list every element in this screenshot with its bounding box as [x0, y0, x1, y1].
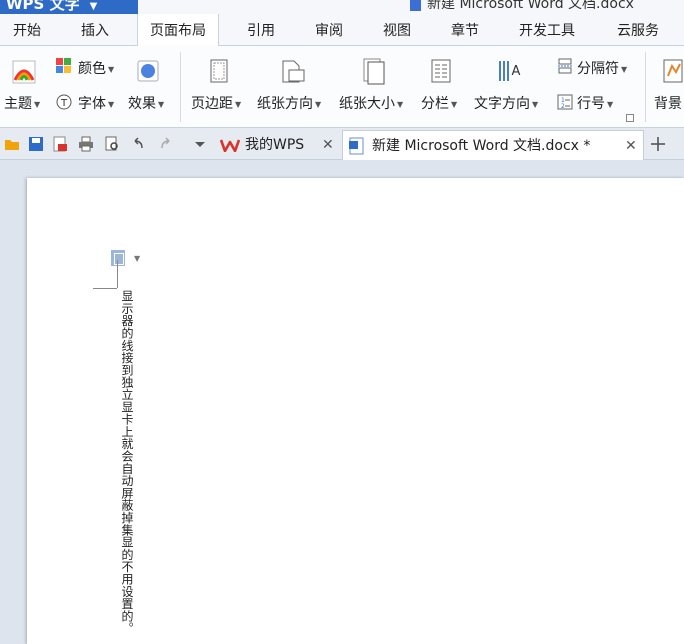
window-title: 新建 Microsoft Word 文档.docx: [410, 0, 634, 13]
title-bar: WPS 文字 ▼ 新建 Microsoft Word 文档.docx: [0, 0, 684, 14]
effect-label: 效果: [128, 96, 156, 112]
chevron-down-icon: ▼: [621, 64, 628, 74]
app-menu-label: WPS 文字: [6, 0, 80, 13]
ribbon-divider: [180, 52, 181, 122]
orientation-label: 纸张方向: [257, 96, 313, 112]
new-tab-plus-icon[interactable]: [650, 136, 666, 152]
save-icon[interactable]: [28, 136, 44, 152]
app-menu-button[interactable]: WPS 文字 ▼: [0, 0, 138, 14]
tab-page-layout[interactable]: 页面布局: [137, 14, 219, 47]
separator-button[interactable]: 分隔符 ▼: [577, 58, 627, 78]
menu-bar: 开始 插入 页面布局 引用 审阅 视图 章节 开发工具 云服务: [0, 14, 684, 47]
orientation-button[interactable]: 纸张方向 ▼: [257, 93, 321, 113]
font-button[interactable]: 字体 ▼: [78, 93, 114, 113]
theme-button[interactable]: 主题 ▼: [4, 93, 40, 113]
wps-logo-icon: [220, 139, 240, 152]
font-label: 字体: [78, 96, 106, 112]
tab-section[interactable]: 章节: [451, 14, 479, 46]
chevron-down-icon: ▼: [532, 99, 539, 109]
window-title-text: 新建 Microsoft Word 文档.docx: [427, 0, 634, 12]
line-number-icon: 1 2: [557, 94, 573, 110]
separator-label: 分隔符: [577, 61, 619, 77]
chevron-down-icon: ▼: [158, 99, 165, 109]
chevron-down-icon: ▼: [397, 99, 404, 109]
color-button[interactable]: 颜色 ▼: [78, 58, 114, 78]
document-canvas[interactable]: ▼ 显示器的线接到独立显卡上就会自动屏蔽掉集显的不用设置的。: [0, 161, 684, 644]
crop-mark: [117, 260, 118, 288]
line-number-label: 行号: [577, 96, 605, 112]
tab-review[interactable]: 审阅: [315, 14, 343, 46]
theme-label: 主题: [4, 96, 32, 112]
print-preview-icon[interactable]: [104, 136, 120, 152]
color-label: 颜色: [78, 61, 106, 77]
chevron-down-icon: ▼: [607, 99, 614, 109]
export-pdf-icon[interactable]: [52, 136, 68, 152]
columns-label: 分栏: [421, 96, 449, 112]
margins-button[interactable]: 页边距 ▼: [191, 93, 241, 113]
margins-icon: [210, 59, 228, 83]
paper-size-label: 纸张大小: [339, 96, 395, 112]
tab-my-wps-label: 我的WPS: [245, 137, 305, 153]
tab-references[interactable]: 引用: [247, 14, 275, 46]
paper-size-button[interactable]: 纸张大小 ▼: [339, 93, 403, 113]
chevron-down-icon: ▼: [315, 99, 322, 109]
tab-view[interactable]: 视图: [383, 14, 411, 46]
chevron-down-icon: ▼: [89, 1, 98, 12]
effect-icon[interactable]: [137, 60, 159, 82]
svg-text:A: A: [512, 64, 521, 79]
svg-text:2: 2: [561, 103, 565, 110]
tab-my-wps[interactable]: 我的WPS ✕: [216, 130, 342, 160]
document-icon: [410, 0, 421, 11]
theme-icon[interactable]: [12, 60, 36, 84]
columns-icon: [431, 59, 451, 83]
ribbon-divider: [645, 52, 646, 122]
text-direction-label: 文字方向: [474, 96, 530, 112]
margins-label: 页边距: [191, 96, 233, 112]
separator-icon: [558, 58, 572, 74]
svg-text:T: T: [60, 98, 68, 109]
dialog-launcher-icon[interactable]: [626, 114, 634, 122]
tab-insert[interactable]: 插入: [81, 14, 109, 46]
tab-current-document-label: 新建 Microsoft Word 文档.docx *: [372, 138, 591, 154]
tab-cloud[interactable]: 云服务: [617, 14, 659, 46]
chevron-down-icon[interactable]: ▼: [134, 254, 140, 263]
chevron-down-icon: ▼: [108, 99, 115, 109]
print-icon[interactable]: [78, 136, 94, 152]
color-icon: [56, 58, 71, 73]
background-label: 背景: [654, 96, 682, 112]
document-page[interactable]: ▼ 显示器的线接到独立显卡上就会自动屏蔽掉集显的不用设置的。: [27, 178, 684, 644]
ribbon: 主题 ▼ 颜色 ▼ T 字体 ▼ 效果 ▼ 页边距 ▼ 纸张方向 ▼ 纸张大小 ▼: [0, 46, 684, 128]
crop-mark: [93, 288, 117, 289]
font-icon: T: [56, 94, 72, 110]
quick-access-dropdown-icon[interactable]: [192, 136, 208, 152]
chevron-down-icon: ▼: [235, 99, 242, 109]
document-icon: [349, 137, 364, 155]
effect-button[interactable]: 效果 ▼: [128, 93, 164, 113]
paragraph-anchor-icon[interactable]: [111, 250, 125, 266]
chevron-down-icon: ▼: [34, 99, 41, 109]
open-folder-icon[interactable]: [4, 136, 20, 152]
page-background-icon: [663, 59, 683, 83]
columns-button[interactable]: 分栏 ▼: [421, 93, 457, 113]
undo-icon[interactable]: [130, 136, 146, 152]
chevron-down-icon: ▼: [108, 64, 115, 74]
redo-icon[interactable]: [158, 136, 174, 152]
text-direction-button[interactable]: 文字方向 ▼: [474, 93, 538, 113]
text-direction-icon: A: [499, 61, 521, 81]
close-icon[interactable]: ✕: [625, 131, 637, 161]
tab-home[interactable]: 开始: [13, 14, 41, 46]
chevron-down-icon: ▼: [451, 99, 458, 109]
paper-size-icon: [363, 58, 385, 85]
close-icon[interactable]: ✕: [322, 130, 334, 160]
document-tab-bar: 我的WPS ✕ 新建 Microsoft Word 文档.docx * ✕: [0, 128, 684, 160]
vertical-body-text[interactable]: 显示器的线接到独立显卡上就会自动屏蔽掉集显的不用设置的。: [119, 290, 134, 634]
background-button[interactable]: 背景: [654, 93, 682, 113]
tab-current-document[interactable]: 新建 Microsoft Word 文档.docx * ✕: [342, 130, 644, 160]
orientation-icon: [282, 60, 305, 83]
line-number-button[interactable]: 行号 ▼: [577, 93, 613, 113]
tab-developer[interactable]: 开发工具: [519, 14, 575, 46]
